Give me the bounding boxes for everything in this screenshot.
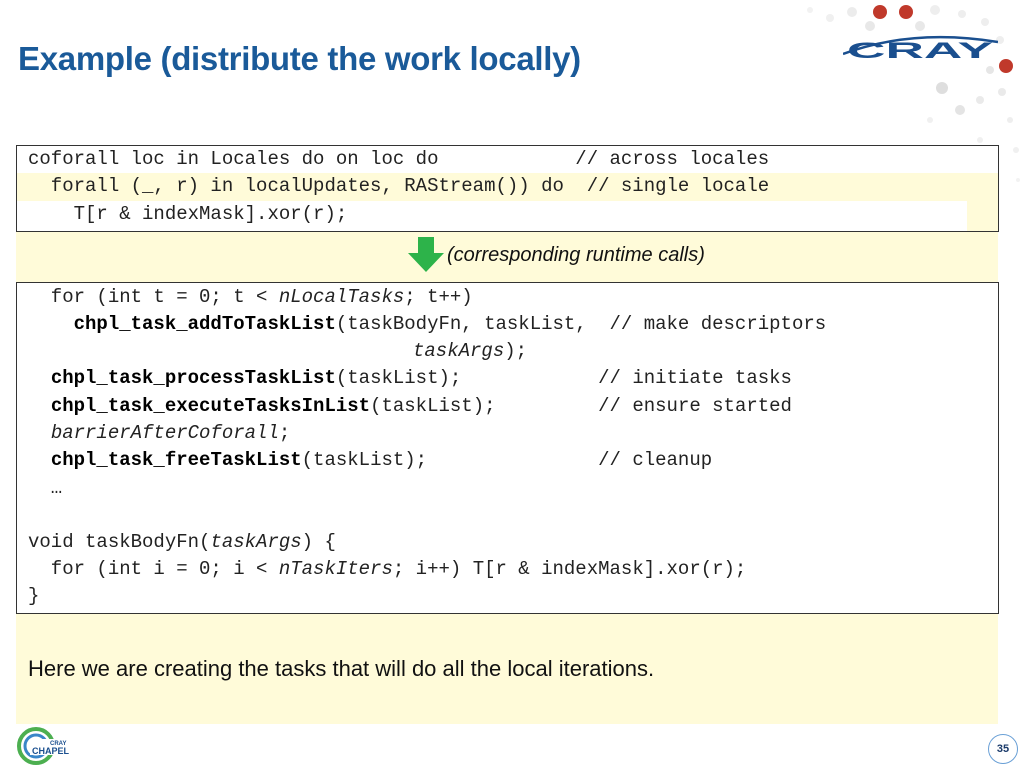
code-line: taskArgs); <box>413 340 528 362</box>
code-line: forall (_, r) in localUpdates, RAStream(… <box>28 175 770 197</box>
code-line: for (int i = 0; i < nTaskIters; i++) T[r… <box>28 558 747 580</box>
code-line: chpl_task_processTaskList(taskList); // … <box>50 367 792 389</box>
page-title: Example (distribute the work locally) <box>18 40 581 77</box>
chapel-code-box: coforall loc in Locales do on loc do // … <box>16 145 999 232</box>
summary-text: Here we are creating the tasks that will… <box>28 656 655 681</box>
code-line: } <box>28 585 40 607</box>
code-line: … <box>28 477 63 499</box>
code-line: chpl_task_freeTaskList(taskList); // cle… <box>50 449 713 471</box>
code-line: barrierAfterCoforall; <box>50 422 291 444</box>
runtime-calls-label: (corresponding runtime calls) <box>447 244 705 266</box>
code-line: chpl_task_addToTaskList(taskBodyFn, task… <box>73 313 827 335</box>
code-line: chpl_task_executeTasksInList(taskList); … <box>50 395 792 417</box>
chapel-logo: CRAY CHAPEL <box>17 727 80 765</box>
down-arrow-icon <box>408 237 444 272</box>
page-number: 35 <box>988 734 1018 764</box>
code-line: coforall loc in Locales do on loc do // … <box>28 148 770 170</box>
svg-text:CRAY: CRAY <box>847 38 994 60</box>
line-highlight <box>967 201 998 231</box>
code-line: T[r & indexMask].xor(r); <box>28 203 348 225</box>
cray-logo: CRAY <box>843 35 998 60</box>
code-line: for (int t = 0; t < nLocalTasks; t++) <box>28 286 473 308</box>
runtime-code-box: for (int t = 0; t < nLocalTasks; t++) ch… <box>16 282 999 614</box>
code-line: void taskBodyFn(taskArgs) { <box>28 531 336 553</box>
svg-text:CHAPEL: CHAPEL <box>32 746 70 756</box>
